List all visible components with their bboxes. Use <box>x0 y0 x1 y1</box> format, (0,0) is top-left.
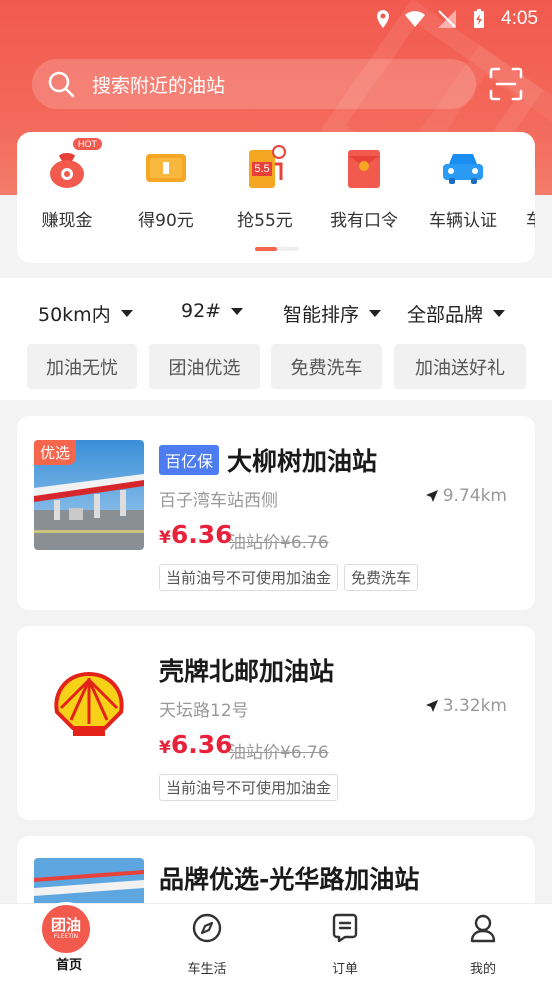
tab-home[interactable]: 团油 FLEETIN 首页 <box>29 902 109 973</box>
fuel-type-dropdown[interactable]: 92# <box>181 300 244 322</box>
station-name: 壳牌北邮加油站 <box>159 652 334 688</box>
price-value: 6.36 <box>170 730 233 759</box>
station-chip: 当前油号不可使用加油金 <box>159 564 339 591</box>
quick-item-grab-55[interactable]: 5.5 抢55元 <box>217 144 313 231</box>
station-name-text: 壳牌北邮加油站 <box>159 657 335 686</box>
station-price: ¥ 6.36 <box>159 520 233 549</box>
hot-badge: HOT <box>73 138 102 150</box>
station-distance[interactable]: 9.74km <box>425 486 507 506</box>
compass-icon <box>192 913 222 943</box>
bottom-tab-bar: 团油 FLEETIN 首页 车生活 订单 我的 <box>0 902 552 981</box>
quick-item-code[interactable]: 我有口令 <box>316 144 412 231</box>
currency-symbol: ¥ <box>159 528 171 548</box>
no-signal-icon <box>438 10 457 28</box>
tab-car-life[interactable]: 车生活 <box>167 912 247 977</box>
fuel-pump-icon-text: 5.5 <box>254 163 270 175</box>
quick-item-label: 车 <box>526 211 535 231</box>
price-value: 6.36 <box>170 520 233 549</box>
fuel-type-label: 92# <box>181 300 222 322</box>
station-chip: 当前油号不可使用加油金 <box>159 774 339 801</box>
filter-panel: 50km内 92# 智能排序 全部品牌 加油无忧 团油优选 免费洗车 加油送好礼 <box>0 278 552 400</box>
station-name-text: 品牌优选-光华路加油站 <box>159 865 420 894</box>
insurance-badge: 百亿保 <box>159 445 220 475</box>
search-icon <box>48 71 75 98</box>
distance-filter-dropdown[interactable]: 50km内 <box>38 300 133 327</box>
caret-down-icon <box>493 310 506 317</box>
tab-label: 车生活 <box>187 962 227 977</box>
location-icon <box>377 10 390 28</box>
station-logo <box>34 650 144 760</box>
search-bar[interactable]: 搜索附近的油站 <box>32 59 476 109</box>
quick-item-label: 赚现金 <box>41 211 93 231</box>
home-logo-subtext: FLEETIN <box>53 933 79 940</box>
brand-label: 全部品牌 <box>407 304 484 326</box>
wifi-icon <box>405 11 426 27</box>
station-card[interactable]: 壳牌北邮加油站 天坛路12号 3.32km ¥ 6.36 油站价¥6.76 当前… <box>17 626 535 820</box>
station-address: 百子湾车站西侧 <box>159 491 278 511</box>
station-card[interactable]: 优选 百亿保 大柳树加油站 百子湾车站西侧 9.74km ¥ 6.36 油站价¥… <box>17 416 535 610</box>
tab-label: 订单 <box>331 962 358 977</box>
shell-logo-icon <box>54 671 124 736</box>
quick-item-label: 车辆认证 <box>429 211 497 231</box>
caret-down-icon <box>369 310 382 317</box>
station-chips: 当前油号不可使用加油金 <box>159 774 339 801</box>
ticket-icon <box>146 154 186 182</box>
station-price: ¥ 6.36 <box>159 730 233 759</box>
home-logo-text: 团油 <box>50 916 81 934</box>
quick-menu-card: HOT 赚现金 得90元 5.5 抢55元 我有口令 车辆认证 车 <box>17 132 535 263</box>
car-icon <box>443 154 483 184</box>
battery-charging-icon <box>474 9 485 28</box>
sort-dropdown[interactable]: 智能排序 <box>283 300 382 327</box>
page-indicator-active <box>255 247 277 251</box>
station-chips: 当前油号不可使用加油金 免费洗车 <box>159 564 419 591</box>
tab-profile[interactable]: 我的 <box>443 912 523 977</box>
station-name: 百亿保 大柳树加油站 <box>159 442 377 478</box>
station-name-text: 大柳树加油站 <box>227 447 378 476</box>
featured-corner-label: 优选 <box>34 440 77 465</box>
status-bar: 4:05 <box>0 0 552 38</box>
page-indicator <box>255 247 299 251</box>
quick-item-label: 得90元 <box>138 211 194 231</box>
station-photo: 优选 <box>34 440 144 550</box>
tag-tuanyou-pick[interactable]: 团油优选 <box>149 344 260 389</box>
money-bag-icon <box>50 153 84 188</box>
caret-down-icon <box>231 307 244 315</box>
distance-value: 9.74km <box>442 486 507 506</box>
distance-value: 3.32km <box>442 696 507 716</box>
station-name: 品牌优选-光华路加油站 <box>159 860 419 896</box>
quick-item-partial[interactable]: 车 <box>514 144 535 231</box>
navigation-arrow-icon <box>425 700 438 712</box>
scan-icon[interactable] <box>488 66 524 102</box>
quick-item-label: 抢55元 <box>237 211 293 231</box>
caret-down-icon <box>120 310 133 317</box>
tag-gift[interactable]: 加油送好礼 <box>394 344 526 389</box>
quick-item-earn-cash[interactable]: HOT 赚现金 <box>19 138 115 231</box>
quick-item-get-90[interactable]: 得90元 <box>118 144 214 231</box>
quick-item-car-auth[interactable]: 车辆认证 <box>415 144 511 231</box>
status-time: 4:05 <box>501 8 538 29</box>
tag-worry-free[interactable]: 加油无忧 <box>27 344 137 389</box>
station-distance[interactable]: 3.32km <box>425 696 507 716</box>
tag-free-wash[interactable]: 免费洗车 <box>271 344 382 389</box>
brand-dropdown[interactable]: 全部品牌 <box>407 300 506 327</box>
station-address: 天坛路12号 <box>159 701 249 721</box>
navigation-arrow-icon <box>425 490 438 502</box>
home-logo-icon: 团油 FLEETIN <box>39 902 93 956</box>
tab-label: 首页 <box>55 958 82 973</box>
currency-symbol: ¥ <box>159 738 171 758</box>
original-price: 油站价¥6.76 <box>229 533 329 553</box>
sort-label: 智能排序 <box>283 304 360 326</box>
original-price: 油站价¥6.76 <box>229 743 329 763</box>
order-icon <box>332 913 358 943</box>
profile-icon <box>470 914 496 943</box>
distance-filter-label: 50km内 <box>38 304 111 326</box>
red-envelope-icon <box>348 150 380 188</box>
search-placeholder: 搜索附近的油站 <box>92 74 226 97</box>
tab-orders[interactable]: 订单 <box>305 912 385 977</box>
tab-label: 我的 <box>469 962 496 977</box>
station-chip: 免费洗车 <box>344 564 419 591</box>
quick-item-label: 我有口令 <box>330 211 398 231</box>
